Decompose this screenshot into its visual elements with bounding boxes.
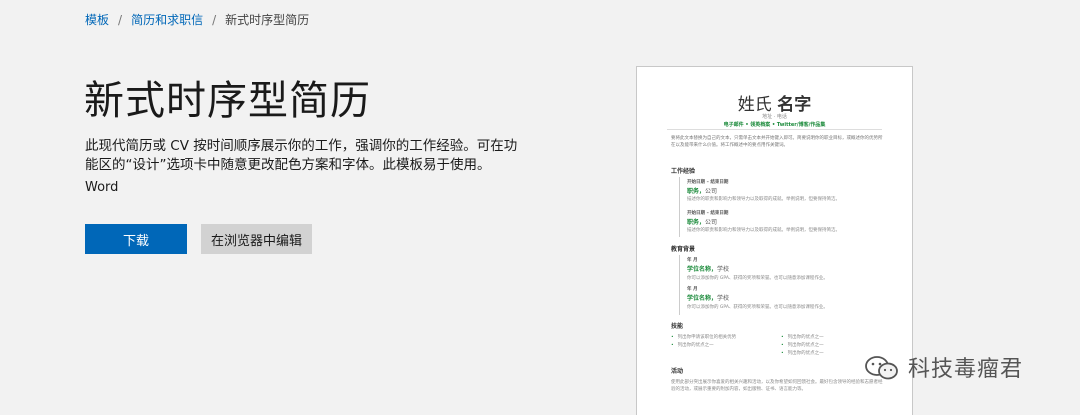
watermark: 科技毒瘤君 bbox=[864, 351, 1023, 383]
preview-name-first: 姓氏 bbox=[737, 95, 772, 115]
preview-name-last: 名字 bbox=[777, 95, 812, 115]
preview-edu-text: 你可以添加你的 GPA、获得的奖项和荣誉。也可以随意添加课程作业。 bbox=[687, 305, 828, 310]
preview-work-role: 职务，公司 bbox=[687, 217, 717, 226]
wechat-icon bbox=[864, 356, 900, 380]
preview-work-text: 描述你的职责和影响力和领导力以及取得的成就。举例说明，但要保持简洁。 bbox=[687, 228, 840, 233]
preview-activities-text: 使用此部分突出展示你喜爱的相关兴趣和活动，以及你希望如何回馈社会。最好包含领导的… bbox=[671, 380, 883, 392]
preview-work-dates: 开始日期 – 结束日期 bbox=[687, 211, 729, 216]
preview-edu-degree: 学位名称，学校 bbox=[687, 264, 729, 273]
preview-heading-education: 教育背景 bbox=[671, 246, 696, 253]
watermark-text: 科技毒瘤君 bbox=[908, 357, 1024, 382]
preview-work-company: 公司 bbox=[705, 219, 718, 226]
preview-work-role-title: 职务， bbox=[687, 219, 706, 226]
preview-skill-item: 列出你的优点之一 bbox=[781, 342, 824, 348]
preview-work-company: 公司 bbox=[705, 188, 718, 195]
preview-timeline bbox=[679, 177, 680, 237]
preview-skill-item: 列出你的优点之一 bbox=[671, 342, 714, 348]
breadcrumb-link-templates[interactable]: 模板 bbox=[85, 11, 109, 28]
page-title: 新式时序型简历 bbox=[84, 78, 371, 124]
preview-heading-work: 工作经验 bbox=[671, 168, 696, 175]
preview-intro: 要将此文本替换为自己的文本，只需单击文本并开始键入即可。简要说明你的职业目标，或… bbox=[671, 136, 883, 148]
preview-edu-school: 学校 bbox=[717, 295, 730, 302]
preview-address: 地址 · 电话 bbox=[762, 114, 787, 120]
preview-edu-school: 学校 bbox=[717, 266, 730, 273]
edit-in-browser-button[interactable]: 在浏览器中编辑 bbox=[201, 224, 312, 254]
preview-edu-degree-name: 学位名称， bbox=[687, 266, 718, 273]
preview-contact: 电子邮件 • 领英档案 • Twitter/博客/作品集 bbox=[723, 122, 826, 128]
breadcrumb-separator: / bbox=[118, 12, 123, 27]
preview-edu-dates: 年 月 bbox=[687, 258, 698, 263]
app-label: Word bbox=[85, 180, 119, 195]
preview-divider bbox=[667, 129, 882, 130]
download-button[interactable]: 下载 bbox=[85, 224, 187, 254]
preview-work-role: 职务，公司 bbox=[687, 186, 717, 195]
breadcrumb-current: 新式时序型简历 bbox=[225, 13, 310, 27]
breadcrumb-link-resumes[interactable]: 简历和求职信 bbox=[131, 11, 203, 28]
preview-work-text: 描述你的职责和影响力和领导力以及取得的成就。举例说明，但要保持简洁。 bbox=[687, 197, 840, 202]
breadcrumb: 模板 / 简历和求职信 / 新式时序型简历 bbox=[85, 11, 309, 28]
preview-edu-text: 你可以添加你的 GPA、获得的奖项和荣誉。也可以随意添加课程作业。 bbox=[687, 276, 828, 281]
preview-skill-item: 列出你申请该职位的相关优势 bbox=[671, 334, 737, 340]
preview-name: 姓氏 名字 bbox=[637, 90, 912, 115]
preview-edu-dates: 年 月 bbox=[687, 287, 698, 292]
preview-work-dates: 开始日期 – 结束日期 bbox=[687, 180, 729, 185]
preview-heading-activities: 活动 bbox=[671, 368, 684, 375]
preview-edu-degree: 学位名称，学校 bbox=[687, 293, 729, 302]
preview-heading-skills: 技能 bbox=[671, 323, 684, 330]
breadcrumb-separator: / bbox=[212, 12, 217, 27]
preview-timeline bbox=[679, 255, 680, 315]
preview-skill-item: 列出你的优点之一 bbox=[781, 334, 824, 340]
template-description: 此现代简历或 CV 按时间顺序展示你的工作，强调你的工作经验。可在功能区的“设计… bbox=[85, 138, 518, 173]
preview-work-role-title: 职务， bbox=[687, 188, 706, 195]
preview-edu-degree-name: 学位名称， bbox=[687, 295, 718, 302]
preview-skill-item: 列出你的优点之一 bbox=[781, 350, 824, 356]
